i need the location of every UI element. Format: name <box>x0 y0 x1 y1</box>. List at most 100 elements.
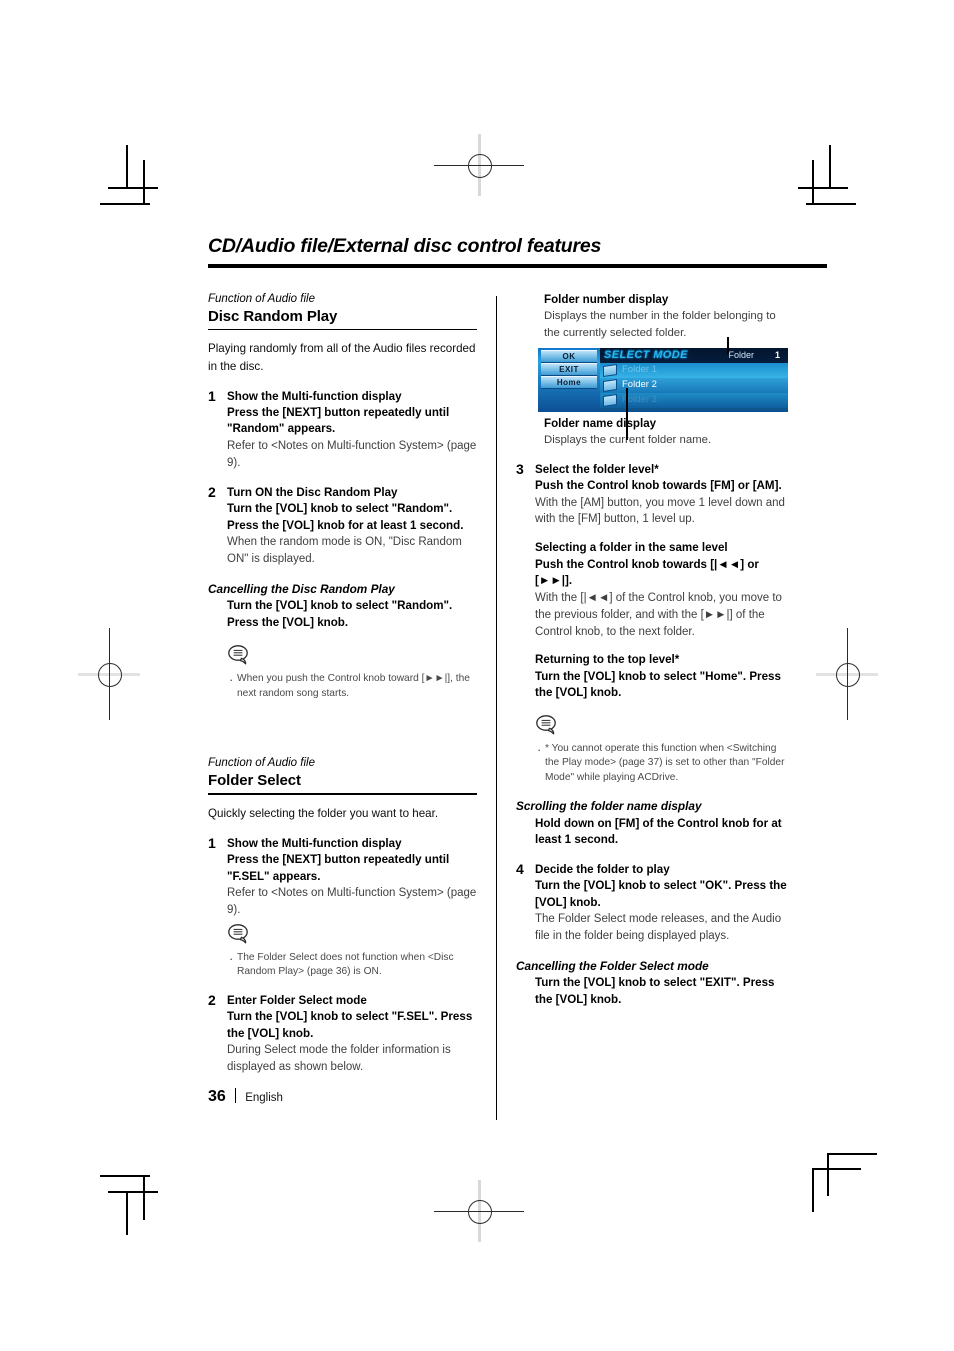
step-body: Refer to <Notes on Multi-function System… <box>227 439 477 469</box>
folder-icon <box>603 363 617 377</box>
registration-mark-bottom <box>434 1180 524 1242</box>
registration-mark-left <box>78 628 140 720</box>
step-2: 2 Enter Folder Select mode Turn the [VOL… <box>208 992 477 1076</box>
column-divider <box>495 295 497 1120</box>
left-column: Function of Audio file Disc Random Play … <box>208 292 477 1120</box>
page-number: 36 <box>208 1088 226 1105</box>
section-rule <box>208 793 477 795</box>
lcd-button-exit[interactable]: EXIT <box>541 362 597 376</box>
step-heading: Turn ON the Disc Random Play <box>227 485 398 499</box>
lcd-button-ok[interactable]: OK <box>541 349 597 363</box>
step-heading: Show the Multi-function display <box>227 836 402 850</box>
page-title: CD/Audio file/External disc control feat… <box>208 235 602 257</box>
right-column: Folder number display Displays the numbe… <box>516 292 788 1120</box>
step-instruction: Turn the [VOL] knob to select "Random". … <box>227 502 464 532</box>
note-item: * You cannot operate this function when … <box>535 741 788 785</box>
lcd-side-menu: OK EXIT Home <box>538 347 600 412</box>
subsection-instruction: Turn the [VOL] knob to select "EXIT". Pr… <box>535 976 775 1006</box>
step-instruction: Press the [NEXT] button repeatedly until… <box>227 853 450 883</box>
lcd-folder-row[interactable]: Folder 1 <box>600 363 788 379</box>
subsection-heading: Selecting a folder in the same level <box>535 541 728 555</box>
speech-bubble-note-icon <box>227 923 477 949</box>
registration-mark-top <box>434 134 524 196</box>
note-item: The Folder Select does not function when… <box>227 950 477 980</box>
callout-heading: Folder name display <box>544 416 657 430</box>
step-instruction: Turn the [VOL] knob to select "OK". Pres… <box>535 879 787 909</box>
section-rule <box>208 328 477 331</box>
leader-line-bottom <box>626 387 628 440</box>
section-folder-select: Function of Audio file Folder Select Qui… <box>208 756 477 1076</box>
step-body: During Select mode the folder informatio… <box>227 1044 451 1074</box>
note-list: * You cannot operate this function when … <box>535 741 788 785</box>
note-list: When you push the Control knob toward [►… <box>227 671 477 701</box>
section-heading: Disc Random Play <box>208 307 338 325</box>
lcd-folder-label: Folder <box>728 349 754 360</box>
subsection-instruction: Turn the [VOL] knob to select "Random". … <box>227 599 453 629</box>
step-instruction: Press the [NEXT] button repeatedly until… <box>227 405 450 436</box>
step-2: 2 Turn ON the Disc Random Play Turn the … <box>208 483 477 568</box>
lcd-folder-list: Folder 1 Folder 2 Folder 3 <box>600 362 788 412</box>
step-1: 1 Show the Multi-function display Press … <box>208 834 477 980</box>
callout-folder-number-display: Folder number display Displays the numbe… <box>516 292 788 342</box>
subsection-cancelling-disc-random-play: Cancelling the Disc Random Play Turn the… <box>208 581 477 631</box>
footer-divider <box>234 1088 237 1103</box>
subsection-selecting-folder-same-level: Selecting a folder in the same level Pus… <box>535 540 788 640</box>
step-heading: Enter Folder Select mode <box>227 993 367 1007</box>
subsection-instruction: Turn the [VOL] knob to select "Home". Pr… <box>535 669 781 700</box>
subsection-cancelling-folder-select: Cancelling the Folder Select mode Turn t… <box>516 958 788 1008</box>
step-3: 3 Select the folder level* Push the Cont… <box>516 461 788 786</box>
step-heading: Select the folder level* <box>535 462 659 476</box>
section-intro: Quickly selecting the folder you want to… <box>208 806 439 820</box>
step-4: 4 Decide the folder to play Turn the [VO… <box>516 860 788 945</box>
lcd-main-area: SELECT MODE Folder 1 Folder 1 Folder 2 F… <box>600 347 788 412</box>
subsection-instruction: Push the Control knob towards [|◄◄] or [… <box>535 557 759 588</box>
step-body: The Folder Select mode releases, and the… <box>535 912 782 942</box>
folder-icon <box>603 393 617 407</box>
lcd-folder-row[interactable]: Folder 2 <box>600 377 788 394</box>
lcd-folder-row[interactable]: Folder 3 <box>600 392 788 409</box>
function-label: Function of Audio file <box>208 292 315 305</box>
subsection-body: With the [|◄◄] of the Control knob, you … <box>535 591 782 638</box>
subsection-heading: Cancelling the Disc Random Play <box>208 581 395 596</box>
note-block: * You cannot operate this function when … <box>535 714 788 785</box>
step-number: 2 <box>208 483 216 500</box>
step-number: 1 <box>208 834 216 851</box>
two-column-body: Function of Audio file Disc Random Play … <box>208 292 788 1120</box>
section-disc-random-play: Function of Audio file Disc Random Play … <box>208 292 477 701</box>
lcd-mode-title: SELECT MODE <box>604 348 688 361</box>
step-number: 4 <box>516 860 524 877</box>
note-item: When you push the Control knob toward [►… <box>227 671 477 701</box>
page-footer: 36 English <box>208 1086 283 1106</box>
function-label: Function of Audio file <box>208 757 315 770</box>
lcd-folder-number: 1 <box>774 349 780 360</box>
lcd-illustration: OK EXIT Home SELECT MODE Folder 1 Folder… <box>516 336 788 440</box>
step-heading: Show the Multi-function display <box>227 389 402 403</box>
section-intro: Playing randomly from all of the Audio f… <box>208 342 476 373</box>
folder-icon <box>603 378 617 392</box>
step-heading: Decide the folder to play <box>535 862 670 876</box>
lcd-title-bar: SELECT MODE Folder 1 <box>600 347 788 363</box>
subsection-returning-top-level: Returning to the top level* Turn the [VO… <box>535 652 788 701</box>
subsection-heading: Scrolling the folder name display <box>516 799 702 814</box>
note-list: The Folder Select does not function when… <box>227 950 477 980</box>
lcd-folder-name: Folder 1 <box>622 363 657 375</box>
title-rule <box>208 264 827 268</box>
lcd-screen: OK EXIT Home SELECT MODE Folder 1 Folder… <box>538 347 788 412</box>
page-language: English <box>245 1092 283 1104</box>
speech-bubble-note-icon <box>227 644 477 670</box>
callout-heading: Folder number display <box>544 292 669 306</box>
callout-folder-name-display: Folder name display Displays the current… <box>516 416 788 449</box>
step-1: 1 Show the Multi-function display Press … <box>208 387 477 472</box>
registration-mark-right <box>816 628 878 720</box>
step-instruction: Push the Control knob towards [FM] or [A… <box>535 479 782 493</box>
printed-manual-page: CD/Audio file/External disc control feat… <box>0 0 954 1351</box>
note-block: When you push the Control knob toward [►… <box>208 644 477 701</box>
step-number: 1 <box>208 387 216 404</box>
step-instruction: Turn the [VOL] knob to select "F.SEL". P… <box>227 1010 473 1040</box>
lcd-button-home[interactable]: Home <box>541 375 597 389</box>
step-body: Refer to <Notes on Multi-function System… <box>227 887 477 917</box>
step-body: With the [AM] button, you move 1 level d… <box>535 496 785 526</box>
section-heading: Folder Select <box>208 772 301 790</box>
leader-line-top <box>727 336 729 354</box>
subsection-scrolling-folder-name: Scrolling the folder name display Hold d… <box>516 798 788 848</box>
